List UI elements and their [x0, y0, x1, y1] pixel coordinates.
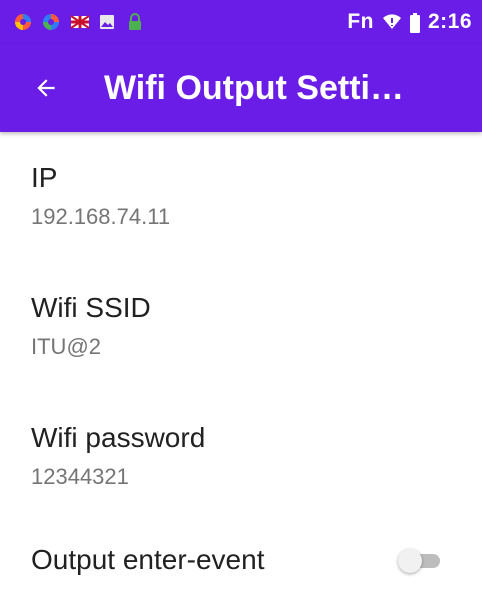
carrier-label: Fn	[347, 10, 374, 33]
battery-icon	[409, 13, 420, 33]
app-bar: Wifi Output Setti…	[0, 44, 482, 132]
system-status: Fn 2:16	[347, 10, 472, 34]
output-enter-event-toggle[interactable]	[398, 548, 442, 573]
flag-icon	[70, 13, 90, 31]
lock-icon	[126, 13, 144, 31]
notification-icons	[14, 13, 144, 31]
setting-ip[interactable]: IP 192.168.74.11	[0, 132, 482, 262]
setting-wifi-ssid[interactable]: Wifi SSID ITU@2	[0, 262, 482, 392]
status-bar: Fn 2:16	[0, 0, 482, 44]
setting-wifi-ssid-title: Wifi SSID	[31, 292, 151, 323]
setting-wifi-ssid-value: ITU@2	[31, 334, 102, 359]
setting-output-enter-event[interactable]: Output enter-event	[0, 522, 482, 602]
back-button[interactable]	[18, 60, 74, 116]
wifi-signal-icon	[382, 13, 402, 31]
colorful-circle-icon	[14, 13, 32, 31]
clock: 2:16	[427, 10, 472, 33]
setting-ip-title: IP	[31, 162, 58, 193]
arrow-left-icon	[37, 79, 55, 97]
page-title: Wifi Output Setti…	[104, 68, 404, 107]
setting-wifi-password-title: Wifi password	[31, 422, 206, 453]
toggle-thumb	[398, 549, 422, 573]
settings-list: IP 192.168.74.11 Wifi SSID ITU@2 Wifi pa…	[0, 132, 482, 602]
setting-wifi-password-value: 12344321	[31, 464, 129, 489]
image-icon	[98, 13, 116, 31]
colorful-circle-icon	[42, 13, 60, 31]
setting-ip-value: 192.168.74.11	[31, 204, 171, 229]
setting-wifi-password[interactable]: Wifi password 12344321	[0, 392, 482, 522]
